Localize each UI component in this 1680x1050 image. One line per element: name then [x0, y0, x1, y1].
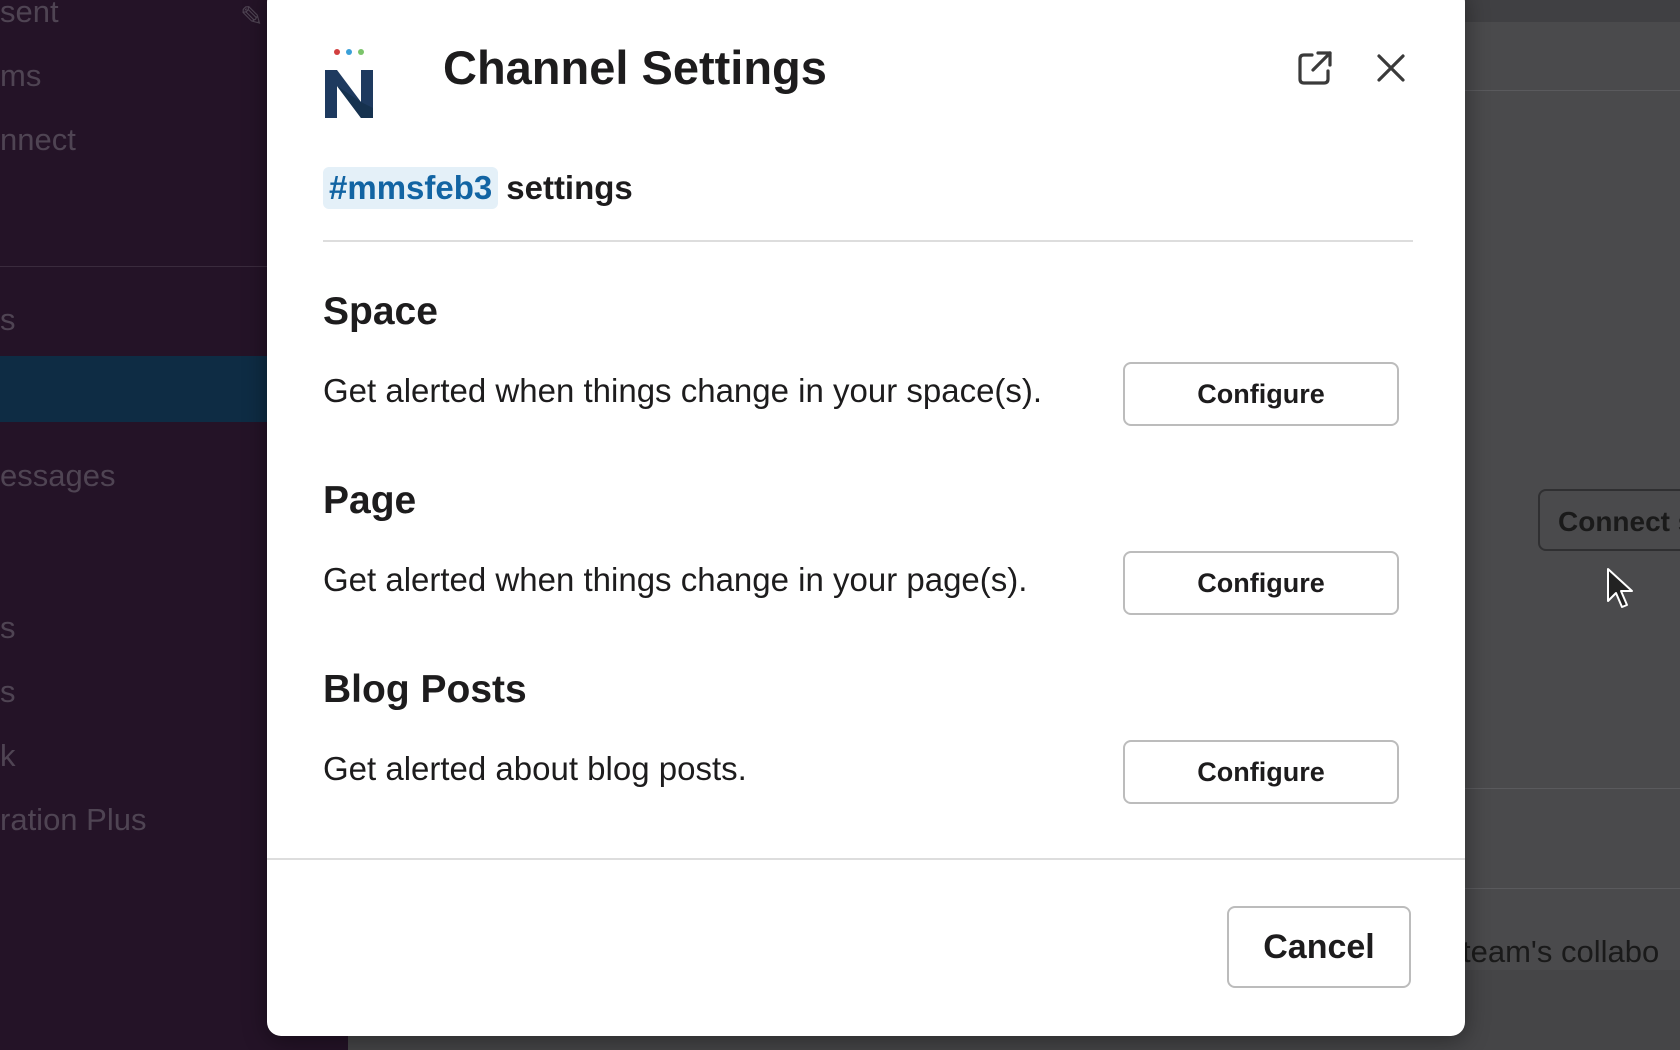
section-description: Get alerted about blog posts.: [323, 750, 747, 787]
sidebar-item[interactable]: s: [0, 302, 16, 338]
header-divider: [323, 240, 1413, 242]
cancel-button[interactable]: Cancel: [1227, 906, 1411, 988]
sidebar-item[interactable]: s: [0, 610, 16, 646]
subtitle-suffix: settings: [506, 169, 633, 206]
connect-button[interactable]: Connect s: [1538, 489, 1680, 551]
section-title: Blog Posts: [323, 668, 527, 711]
footer-divider: [267, 858, 1465, 860]
collab-text: team's collabo: [1462, 934, 1660, 969]
external-link-icon[interactable]: [1287, 40, 1343, 96]
sidebar-item[interactable]: nnect: [0, 122, 76, 158]
section-title: Page: [323, 479, 417, 522]
mouse-cursor-icon: [1607, 568, 1633, 608]
section-description: Get alerted when things change in your p…: [323, 561, 1028, 598]
section-title: Space: [323, 290, 438, 333]
sidebar-item[interactable]: sent: [0, 0, 59, 30]
sidebar-item[interactable]: s: [0, 674, 16, 710]
configure-blog-posts-button[interactable]: Configure: [1123, 740, 1399, 804]
channel-settings-modal: Channel Settings #mmsfeb3 settings Space…: [267, 0, 1465, 1036]
app-logo-icon: [325, 49, 373, 118]
close-icon[interactable]: [1363, 40, 1419, 96]
section-blog-posts: Blog Posts Get alerted about blog posts.…: [323, 668, 1413, 848]
section-page: Page Get alerted when things change in y…: [323, 479, 1413, 659]
section-description: Get alerted when things change in your s…: [323, 372, 1043, 409]
sidebar-item[interactable]: ration Plus: [0, 802, 146, 838]
divider: [1448, 888, 1680, 889]
sidebar-item[interactable]: k: [0, 738, 16, 774]
channel-link[interactable]: #mmsfeb3: [323, 167, 499, 209]
divider: [1448, 788, 1680, 789]
compose-icon[interactable]: ✎: [240, 0, 263, 33]
modal-subtitle: #mmsfeb3 settings: [323, 166, 633, 210]
modal-header: Channel Settings: [267, 0, 1465, 148]
configure-page-button[interactable]: Configure: [1123, 551, 1399, 615]
sidebar-item[interactable]: ms: [0, 58, 41, 94]
section-space: Space Get alerted when things change in …: [323, 290, 1413, 470]
modal-title: Channel Settings: [443, 41, 827, 94]
configure-space-button[interactable]: Configure: [1123, 362, 1399, 426]
sidebar-item[interactable]: essages: [0, 458, 115, 494]
divider: [1448, 90, 1680, 91]
